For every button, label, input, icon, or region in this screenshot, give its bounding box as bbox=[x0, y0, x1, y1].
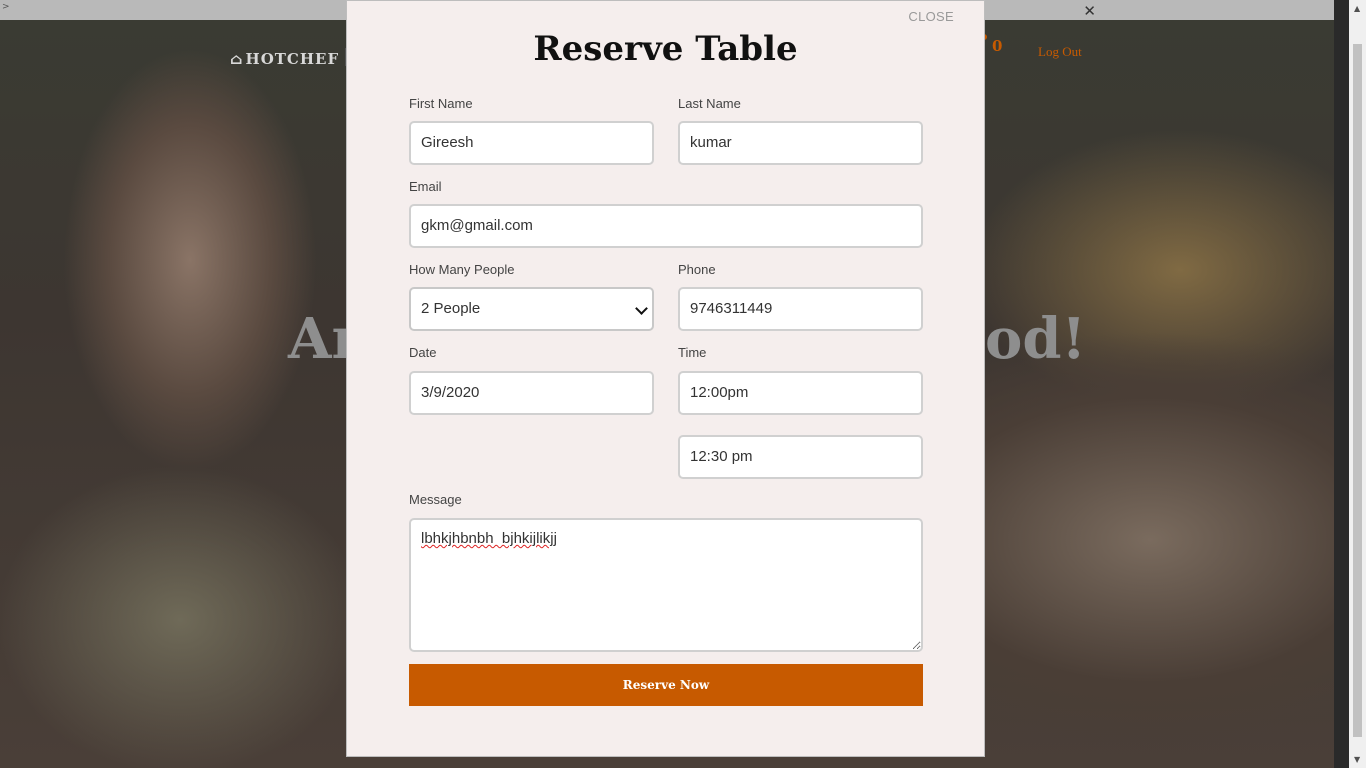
first-name-label: First Name bbox=[409, 96, 473, 111]
last-name-label: Last Name bbox=[678, 96, 741, 111]
phone-input[interactable]: 9746311449 bbox=[678, 287, 923, 331]
scroll-down-arrow-icon[interactable]: ▼ bbox=[1354, 755, 1360, 764]
site-logo-text: HOTCHEF bbox=[245, 50, 340, 68]
date-input[interactable]: 3/9/2020 bbox=[409, 371, 654, 415]
scroll-up-arrow-icon[interactable]: ▲ bbox=[1354, 4, 1360, 13]
last-name-input[interactable]: kumar bbox=[678, 121, 923, 165]
time-input[interactable]: 12:00pm bbox=[678, 371, 923, 415]
forward-arrow-icon: > bbox=[2, 2, 10, 12]
site-logo[interactable]: ⌂ HOTCHEF bbox=[230, 50, 339, 68]
modal-title: Reserve Table bbox=[533, 29, 798, 69]
people-label: How Many People bbox=[409, 262, 515, 277]
chevron-down-icon bbox=[635, 302, 648, 315]
overlay-close-icon[interactable]: ✕ bbox=[1083, 4, 1096, 19]
home-icon: ⌂ bbox=[230, 50, 244, 68]
logout-link[interactable]: Log Out bbox=[1038, 44, 1082, 60]
time-end-input[interactable]: 12:30 pm bbox=[678, 435, 923, 479]
reserve-table-modal: CLOSE Reserve Table First Name Gireesh L… bbox=[346, 0, 985, 757]
email-label: Email bbox=[409, 179, 442, 194]
message-textarea[interactable]: lbhkjhbnbh bjhkijlikjj bbox=[409, 518, 923, 652]
people-select[interactable]: 2 People bbox=[409, 287, 654, 331]
reserve-now-button[interactable]: Reserve Now bbox=[409, 664, 923, 706]
message-label: Message bbox=[409, 492, 462, 507]
page-scrollbar[interactable]: ▲ ▼ bbox=[1349, 0, 1366, 768]
scrollbar-thumb[interactable] bbox=[1353, 44, 1362, 737]
hero-heading-right: od! bbox=[985, 306, 1087, 372]
time-label: Time bbox=[678, 345, 707, 360]
cart-count[interactable]: 0 bbox=[992, 37, 1002, 55]
people-select-value: 2 People bbox=[421, 300, 481, 317]
email-input[interactable]: gkm@gmail.com bbox=[409, 204, 923, 248]
close-button[interactable]: CLOSE bbox=[908, 9, 954, 24]
date-label: Date bbox=[409, 345, 437, 360]
first-name-input[interactable]: Gireesh bbox=[409, 121, 654, 165]
phone-label: Phone bbox=[678, 262, 716, 277]
